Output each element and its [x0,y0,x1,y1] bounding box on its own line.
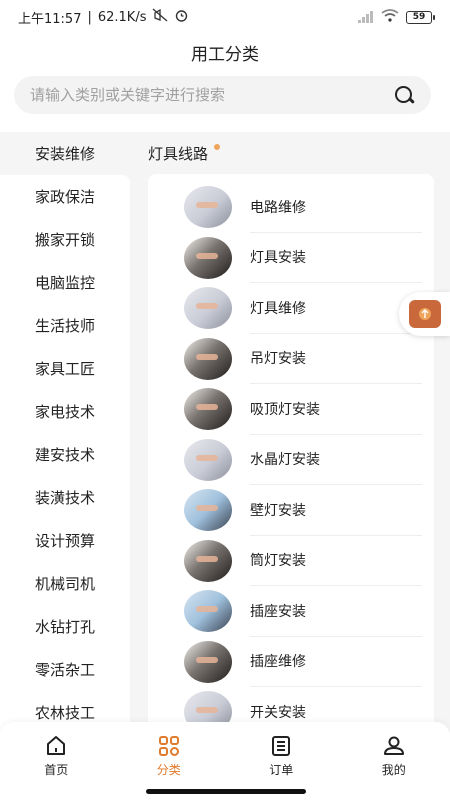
sidebar-item[interactable]: 装潢技术 [0,476,130,519]
hd-signal-icon [358,11,374,23]
status-divider: | [87,9,92,25]
socket-repair-photo-icon [184,640,232,683]
list-item-label: 插座安装 [250,586,422,637]
upload-icon [408,300,441,328]
sidebar-item[interactable]: 生活技师 [0,304,130,347]
tab-label: 首页 [44,763,69,777]
tab-home[interactable]: 首页 [0,734,113,800]
list-item-label: 吸顶灯安装 [250,384,422,435]
list-item[interactable]: 吊灯安装 [148,334,434,384]
sidebar-item[interactable]: 家电技术 [0,390,130,433]
list-item-label: 吊灯安装 [250,334,422,384]
sidebar-item[interactable]: 家具工匠 [0,347,130,390]
sidebar-item[interactable]: 水钻打孔 [0,605,130,648]
tab-label: 我的 [381,763,406,777]
socket-install-photo-icon [184,590,232,633]
sidebar-list: 家政保洁 搬家开锁 电脑监控 生活技师 家具工匠 家电技术 建安技术 装潢技术 … [0,175,130,734]
search-input[interactable] [30,86,393,104]
list-item-label: 电路维修 [250,182,422,233]
list-item[interactable]: 电路维修 [148,182,434,233]
sidebar-item[interactable]: 零活杂工 [0,648,130,691]
mute-icon [152,8,168,26]
list-item-label: 壁灯安装 [250,485,422,536]
section-title: 灯具线路 [148,132,434,174]
category-sidebar: 安装维修 家政保洁 搬家开锁 电脑监控 生活技师 家具工匠 家电技术 建安技术 … [0,132,130,734]
list-item[interactable]: 灯具安装 [148,233,434,283]
lamp-install-photo-icon [184,236,232,279]
section-dot-icon [214,144,220,150]
order-icon [269,734,293,758]
list-item[interactable]: 灯具维修 [148,283,434,334]
sidebar-item[interactable]: 设计预算 [0,519,130,562]
profile-icon [382,734,406,758]
sidebar-item[interactable]: 建安技术 [0,433,130,476]
tab-label: 订单 [269,763,294,777]
list-item[interactable]: 插座维修 [148,637,434,687]
list-item-label: 插座维修 [250,637,422,687]
sidebar-item[interactable]: 电脑监控 [0,261,130,304]
status-network-speed: 62.1K/s [97,9,147,25]
search-bar[interactable] [14,76,431,114]
search-icon[interactable] [393,84,415,106]
home-indicator [146,789,306,794]
sidebar-item[interactable]: 机械司机 [0,562,130,605]
search-area [0,70,450,132]
floating-action-button[interactable] [399,292,450,336]
electrician-photo-icon [184,186,232,229]
ceiling-lamp-photo-icon [184,388,232,431]
status-time: 上午11:57 [18,11,82,27]
subcategory-panel: 灯具线路 电路维修 灯具安装 灯具维修 吊灯安装 吸顶灯安装 水晶灯安装 壁灯安… [148,132,434,734]
wall-lamp-photo-icon [184,489,232,532]
alarm-icon [174,8,189,27]
list-item[interactable]: 筒灯安装 [148,536,434,586]
section-title-text: 灯具线路 [148,144,209,163]
sidebar-item[interactable]: 搬家开锁 [0,218,130,261]
list-item[interactable]: 水晶灯安装 [148,435,434,485]
lamp-repair-photo-icon [184,287,232,330]
category-icon [157,734,181,758]
list-item[interactable]: 插座安装 [148,586,434,637]
sidebar-item-install-repair[interactable]: 安装维修 [0,132,130,175]
tab-profile[interactable]: 我的 [338,734,450,800]
list-item[interactable]: 壁灯安装 [148,485,434,536]
tab-label: 分类 [156,763,181,777]
status-bar: 上午11:57 | 62.1K/s 59 [0,0,450,34]
subcategory-list: 电路维修 灯具安装 灯具维修 吊灯安装 吸顶灯安装 水晶灯安装 壁灯安装 筒灯安… [148,174,434,734]
sidebar-item[interactable]: 家政保洁 [0,175,130,218]
downlight-photo-icon [184,539,232,582]
list-item-label: 灯具维修 [250,283,422,334]
home-icon [44,734,68,758]
page-title: 用工分类 [0,34,450,70]
crystal-lamp-photo-icon [184,438,232,481]
battery-icon: 59 [406,10,435,24]
list-item-label: 灯具安装 [250,233,422,283]
wifi-icon [381,8,399,26]
list-item-label: 水晶灯安装 [250,435,422,485]
list-item[interactable]: 吸顶灯安装 [148,384,434,435]
list-item-label: 筒灯安装 [250,536,422,586]
chandelier-photo-icon [184,337,232,380]
